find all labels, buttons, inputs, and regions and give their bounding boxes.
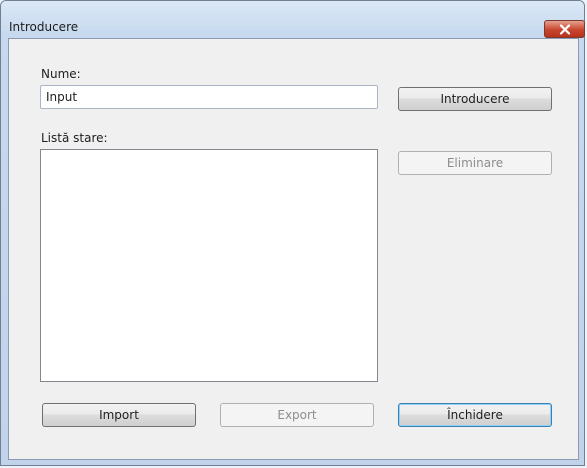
- name-label: Nume:: [41, 67, 81, 81]
- status-list-label: Listă stare:: [41, 131, 108, 145]
- dialog-client-area: Nume: Listă stare: Introducere Eliminare…: [8, 38, 579, 460]
- dialog-window: Introducere Nume: Listă stare: Introduce…: [0, 0, 585, 466]
- delete-button[interactable]: Eliminare: [398, 151, 552, 175]
- close-icon: [559, 24, 571, 35]
- status-listbox[interactable]: [40, 149, 378, 382]
- export-button[interactable]: Export: [220, 403, 374, 427]
- name-input[interactable]: [40, 85, 378, 109]
- close-dialog-button[interactable]: Închidere: [398, 403, 552, 427]
- window-title: Introducere: [9, 20, 79, 34]
- import-button[interactable]: Import: [42, 403, 196, 427]
- introduce-button[interactable]: Introducere: [398, 87, 552, 111]
- window-close-button[interactable]: [544, 20, 585, 38]
- title-bar[interactable]: Introducere: [1, 1, 585, 38]
